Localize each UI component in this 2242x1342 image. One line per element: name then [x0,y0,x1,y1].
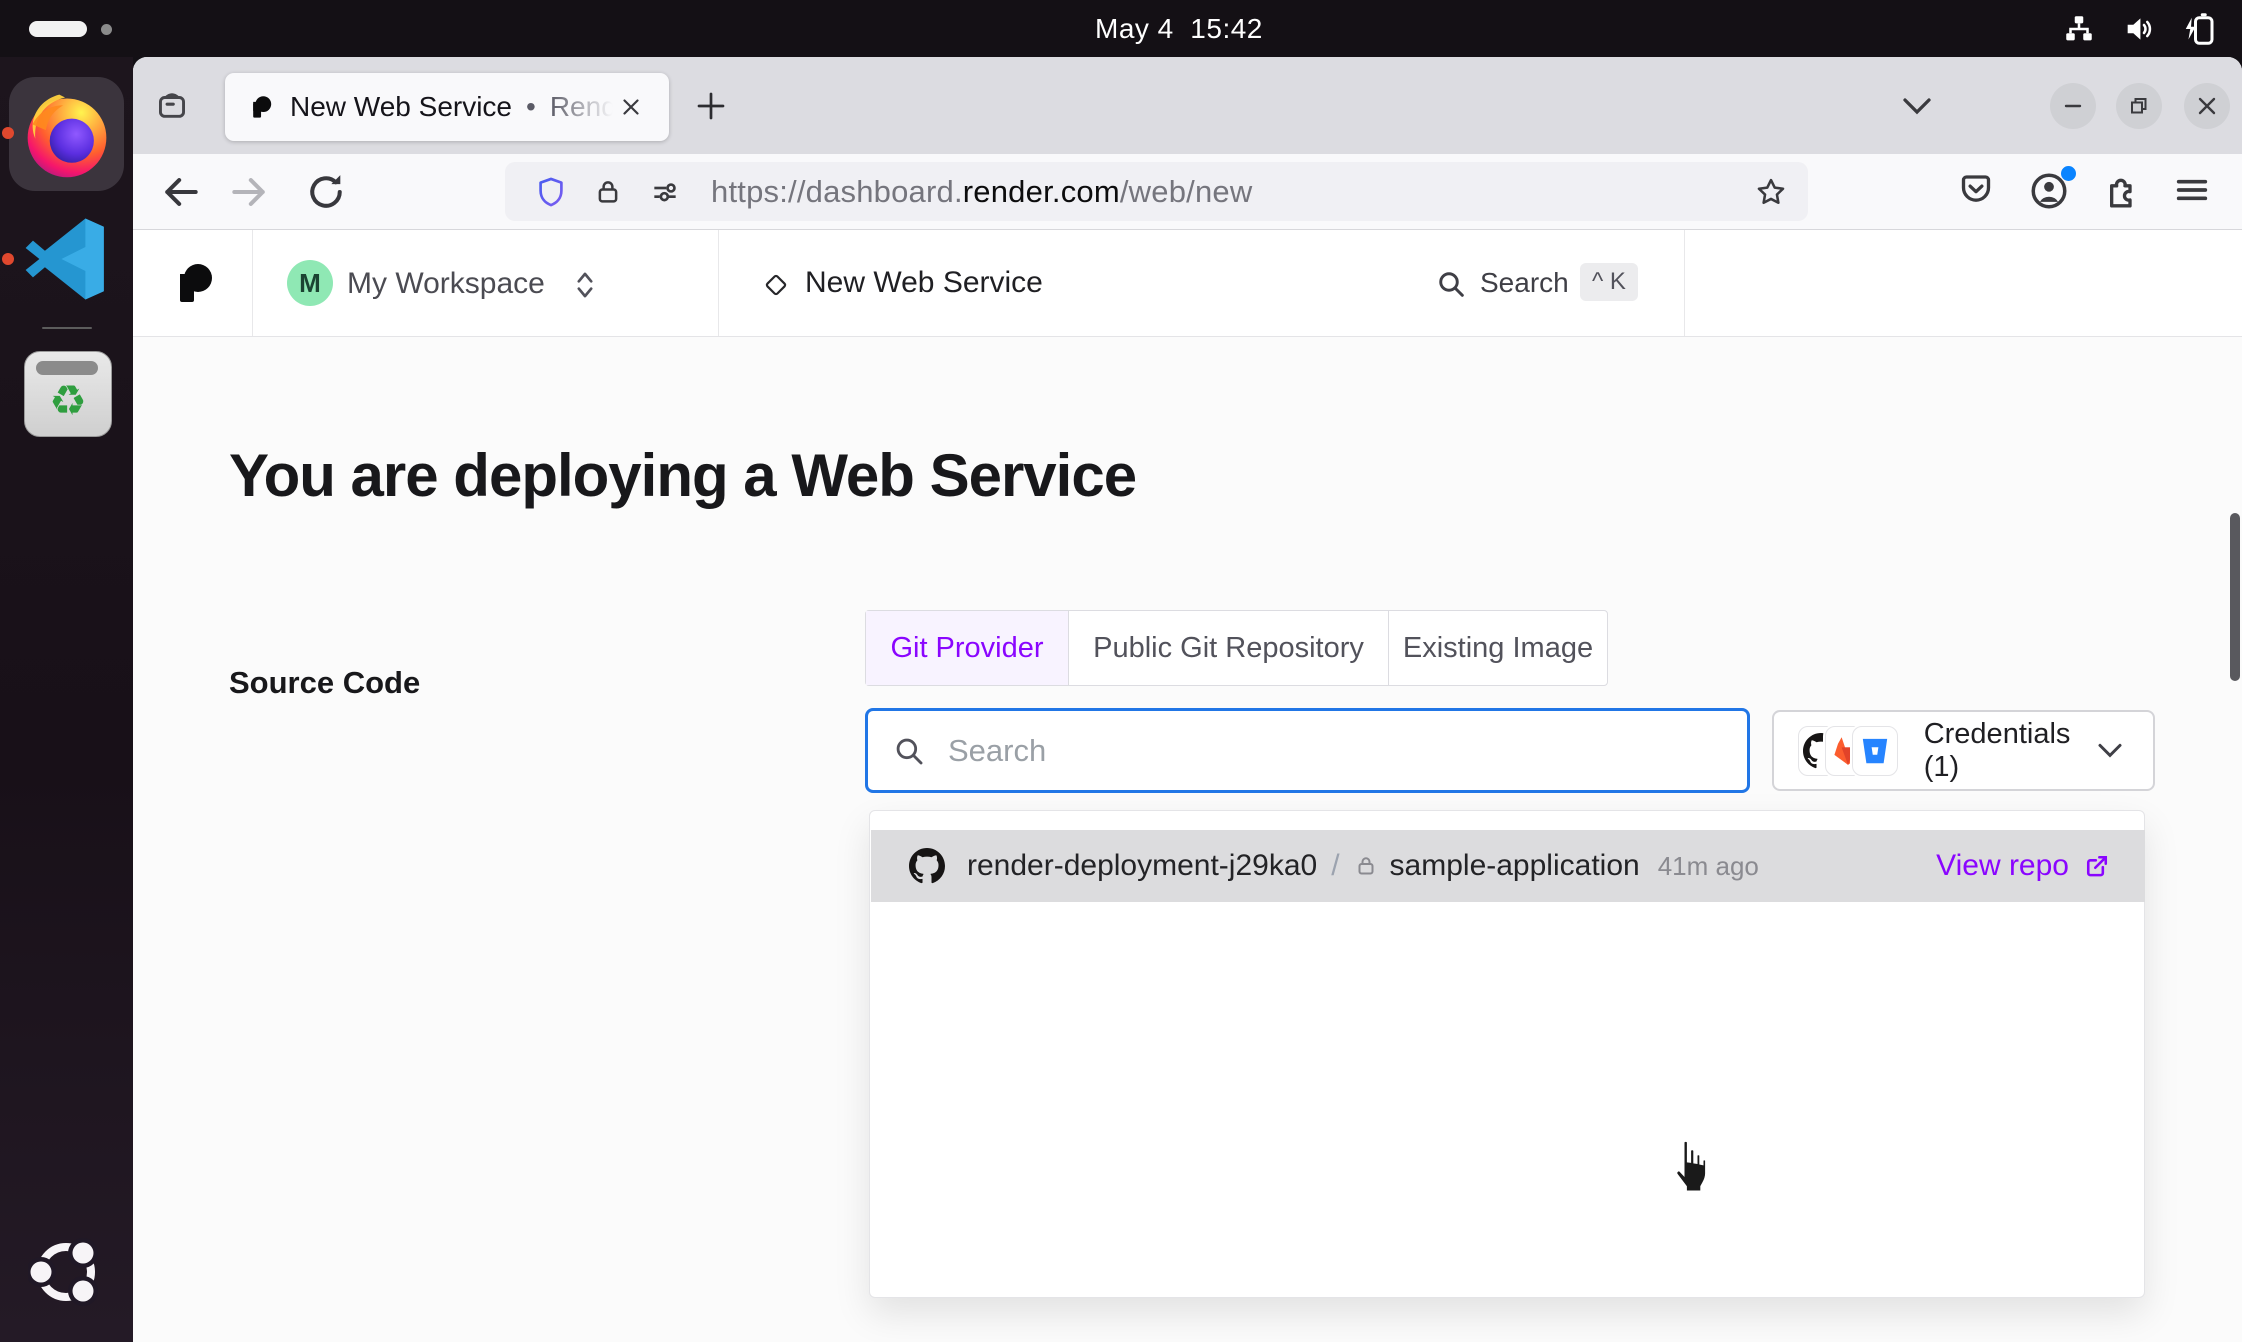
volume-icon [2122,12,2156,46]
dock-item-vscode[interactable] [20,212,114,306]
view-repo-link[interactable]: View repo [1936,849,2111,883]
active-tab[interactable]: New Web Service • Rend [225,73,669,141]
pocket-icon[interactable] [1956,170,2000,214]
github-icon [909,848,945,884]
header-divider [252,230,253,336]
bookmark-star-icon[interactable] [1754,175,1788,209]
vscode-icon [21,213,113,305]
chevron-down-icon [2095,741,2125,761]
repo-owner: render-deployment-j29ka0 [967,849,1317,883]
system-clock[interactable]: May 4 15:42 [1095,13,1263,45]
mouse-cursor-pointer [1662,1137,1716,1197]
repo-separator: / [1331,849,1339,883]
recycle-icon: ♻ [49,380,87,422]
list-all-tabs-icon[interactable] [1899,93,1935,119]
window-restore-button[interactable] [2116,83,2162,129]
repo-search-input[interactable] [946,732,1723,770]
url-path: /web/new [1120,174,1253,209]
page-heading: You are deploying a Web Service [229,441,1136,510]
repo-search-box[interactable] [865,708,1750,793]
activities-pill[interactable] [29,21,87,37]
dock-divider [42,327,92,329]
dock-item-trash[interactable]: ♻ [24,351,112,437]
tab-git-provider[interactable]: Git Provider [866,611,1069,685]
header-search-label[interactable]: Search [1480,267,1569,299]
workspace-dot [101,24,112,35]
url-domain: render.com [963,174,1120,209]
source-tabs: Git Provider Public Git Repository Exist… [865,610,1608,686]
search-icon [892,734,926,768]
firefox-icon [19,86,115,182]
url-bar[interactable]: https://dashboard.render.com/web/new [505,162,1808,221]
vscode-running-indicator [2,253,14,265]
header-divider [1684,230,1685,336]
trash-lid [36,361,98,375]
repo-name: sample-application [1390,849,1640,883]
credentials-label: Credentials (1) [1924,718,2095,784]
account-notification-dot [2061,166,2076,181]
private-lock-icon [1354,854,1378,878]
navigation-toolbar: https://dashboard.render.com/web/new [133,154,2242,230]
reload-button[interactable] [304,170,348,214]
repo-row[interactable]: render-deployment-j29ka0 / sample-applic… [871,830,2145,902]
tracking-shield-icon[interactable] [535,176,567,208]
workspace-name[interactable]: My Workspace [347,267,545,301]
account-icon[interactable] [2028,170,2072,214]
url-prefix: https://dashboard. [711,174,963,209]
page-title: New Web Service [805,266,1043,300]
network-icon [2062,12,2096,46]
hamburger-menu-icon[interactable] [2172,170,2216,214]
workspace-avatar[interactable]: M [287,260,333,306]
system-top-bar: May 4 15:42 [0,0,2242,57]
lock-icon[interactable] [593,177,623,207]
tab-existing-image[interactable]: Existing Image [1389,611,1607,685]
firefox-running-indicator [2,127,14,139]
source-code-label: Source Code [229,665,420,701]
permissions-icon[interactable] [649,176,681,208]
bitbucket-icon [1852,726,1897,776]
dock: ♻ [0,57,133,1342]
page-scrollbar-thumb[interactable] [2230,513,2240,681]
page-content: You are deploying a Web Service Source C… [133,337,2242,1342]
battery-charging-icon [2182,11,2218,47]
tab-public-git-repository[interactable]: Public Git Repository [1069,611,1389,685]
app-header: M My Workspace New Web Service Search ^ … [133,230,2242,337]
service-diamond-icon [761,270,791,300]
workspace-switcher-chevrons-icon[interactable] [571,269,599,301]
render-favicon [247,94,274,121]
header-search-icon[interactable] [1435,268,1467,300]
window-close-button[interactable] [2184,83,2230,129]
external-link-icon [2083,852,2111,880]
render-logo-icon[interactable] [169,260,217,308]
back-button[interactable] [159,170,203,214]
view-repo-label: View repo [1936,849,2069,883]
tab-title: New Web Service [290,91,512,123]
repo-list-panel: render-deployment-j29ka0 / sample-applic… [869,810,2145,1298]
repo-updated-time: 41m ago [1658,851,1759,882]
search-shortcut-badge: ^ K [1580,263,1638,301]
system-tray[interactable] [2062,11,2218,47]
header-divider [718,230,719,336]
browser-window: New Web Service • Rend [133,57,2242,1342]
ubuntu-logo-icon[interactable] [28,1234,104,1310]
tab-close-icon[interactable] [618,94,644,120]
url-text[interactable]: https://dashboard.render.com/web/new [711,174,1252,210]
forward-button[interactable] [227,170,271,214]
credentials-dropdown[interactable]: Credentials (1) [1772,710,2155,791]
firefox-view-icon[interactable] [155,89,189,123]
dock-item-firefox[interactable] [9,77,124,191]
tab-strip: New Web Service • Rend [133,57,2242,154]
tab-title-overflow: Rend [550,91,616,123]
tab-separator-dot: • [526,91,536,123]
new-tab-button[interactable] [693,88,729,124]
extensions-puzzle-icon[interactable] [2100,170,2144,214]
window-minimize-button[interactable] [2050,83,2096,129]
